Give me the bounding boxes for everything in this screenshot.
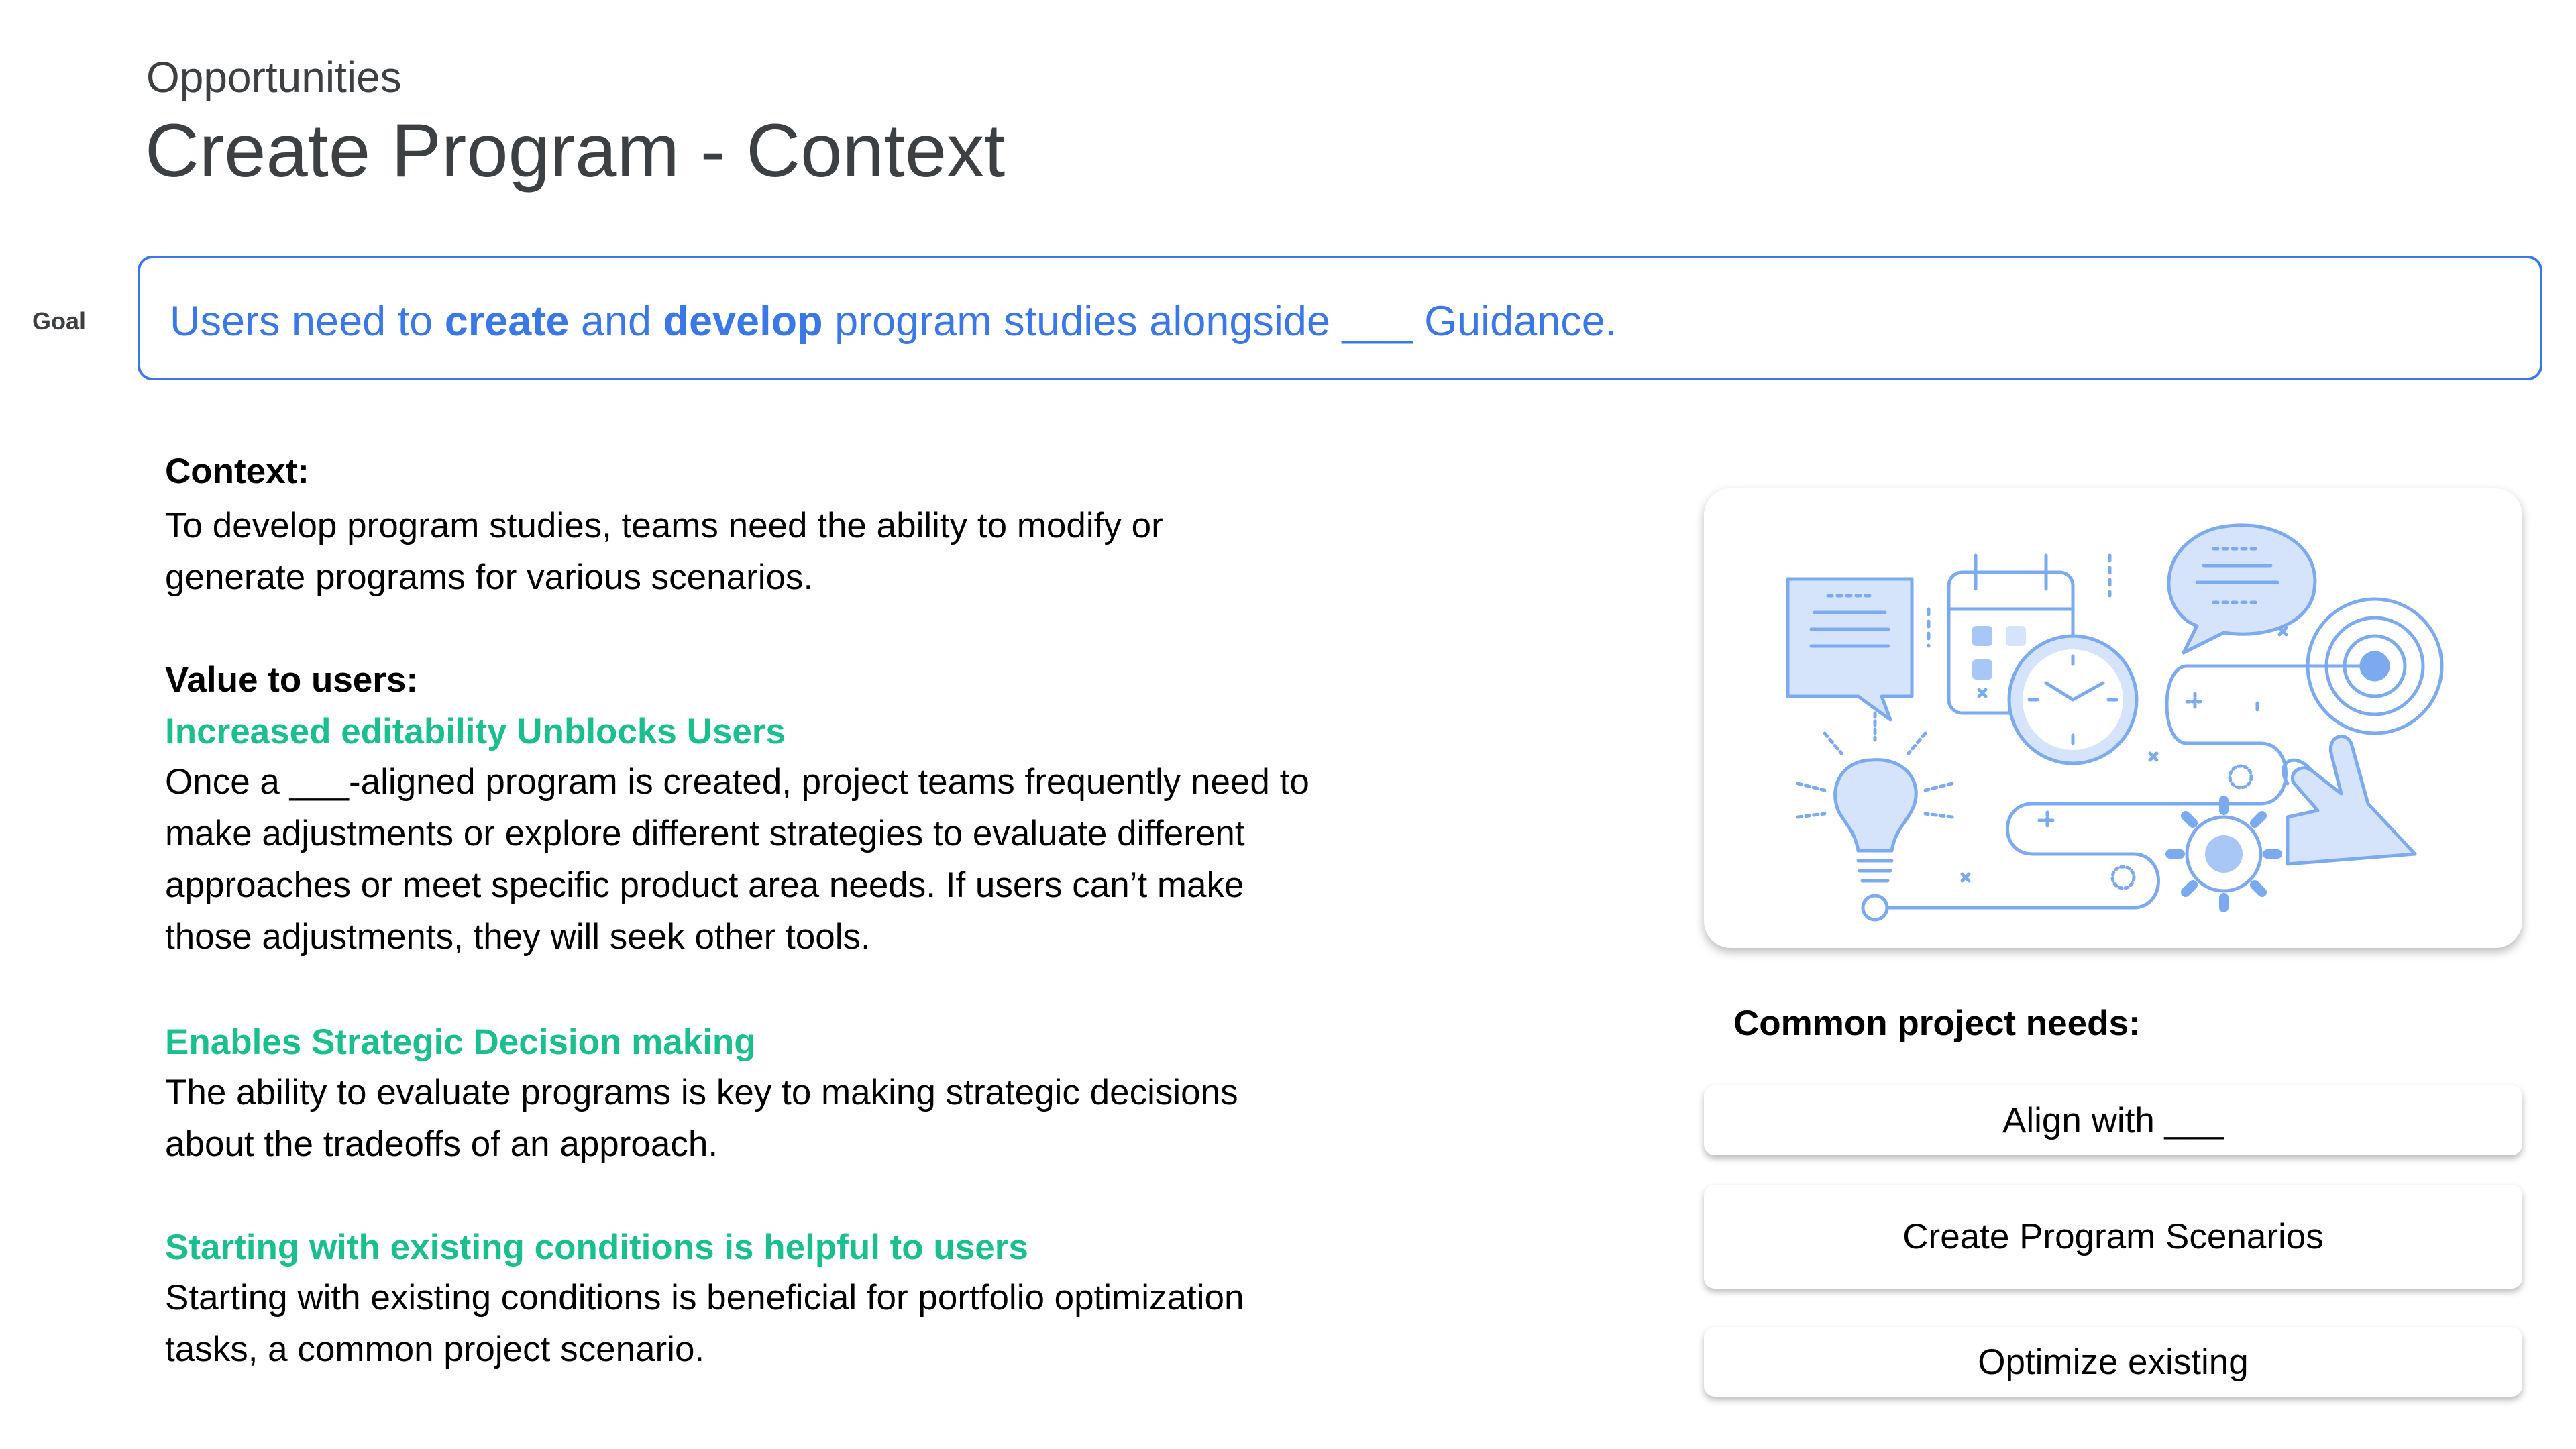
value-item-body: Starting with existing conditions is ben… — [165, 1278, 1244, 1369]
value-item-body: Once a ___-aligned program is created, p… — [165, 762, 1309, 957]
need-create-scenarios-button[interactable]: Create Program Scenarios — [1704, 1185, 2522, 1289]
context-heading: Context: — [165, 451, 309, 491]
goal-bold-create: create — [444, 298, 570, 345]
need-align-button[interactable]: Align with ___ — [1704, 1085, 2522, 1155]
need-optimize-button[interactable]: Optimize existing — [1704, 1327, 2522, 1397]
value-item-body: The ability to evaluate programs is key … — [165, 1073, 1238, 1164]
chat-bubble-icon — [1786, 577, 1914, 722]
goal-label: Goal — [32, 307, 87, 335]
goal-text-part: program studies alongside ___ Guidance. — [822, 298, 1617, 345]
planning-illustration-graphic — [1786, 523, 2444, 922]
planning-illustration — [1704, 488, 2522, 948]
goal-bold-develop: develop — [663, 298, 823, 345]
goal-statement: Users need to create and develop program… — [170, 297, 1617, 345]
value-item-title: Enables Strategic Decision making — [165, 1022, 756, 1062]
value-heading: Value to users: — [165, 660, 419, 700]
context-body: To develop program studies, teams need t… — [165, 506, 1163, 597]
value-item-title: Increased editability Unblocks Users — [165, 712, 786, 751]
breadcrumb: Opportunities — [146, 53, 402, 101]
goal-text-part: and — [569, 298, 663, 345]
lightbulb-icon — [1833, 758, 1918, 853]
value-item-title: Starting with existing conditions is hel… — [165, 1228, 1028, 1267]
goal-text-part: Users need to — [170, 298, 445, 345]
needs-heading: Common project needs: — [1733, 1004, 2141, 1043]
speech-bubble-icon — [2167, 523, 2317, 655]
page-title: Create Program - Context — [145, 109, 1006, 193]
hand-icon — [2286, 734, 2417, 866]
